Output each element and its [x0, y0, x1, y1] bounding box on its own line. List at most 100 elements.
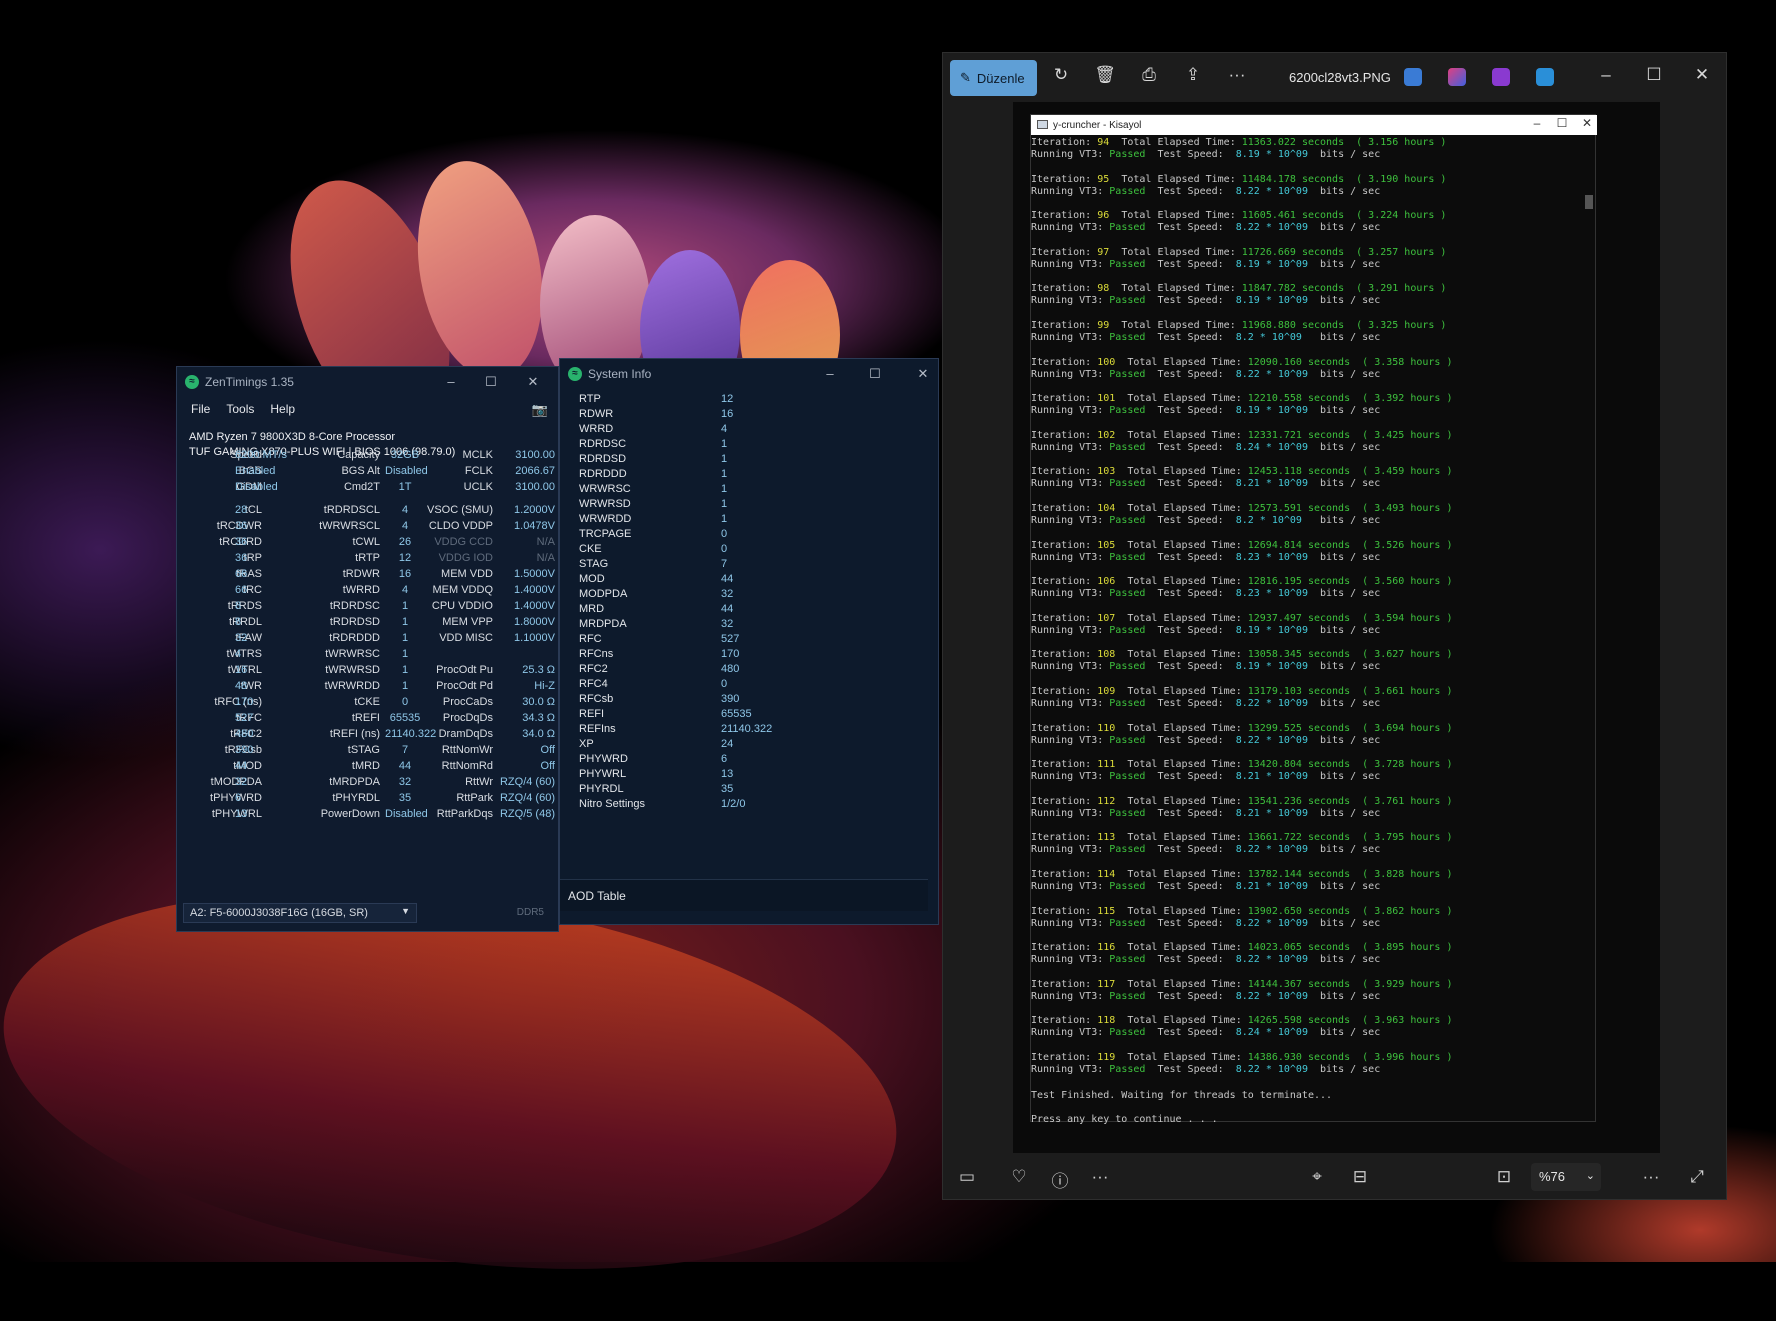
iteration-number: 119 [1097, 1052, 1116, 1063]
timing-value: 1.0478V [514, 520, 555, 532]
close-button[interactable]: ✕ [1690, 65, 1714, 85]
elapsed-hours-value: 3.190 [1368, 173, 1399, 185]
visual-search-icon[interactable]: ⌖ [1305, 1167, 1329, 1187]
timing-label: FCLK [464, 465, 493, 477]
timing-value: 1.8000V [514, 616, 555, 628]
system-info-titlebar[interactable]: ≈ System Info – ☐ ✕ [560, 359, 938, 389]
test-speed: 8.21 * 10^09 [1235, 771, 1308, 783]
timing-label: MEM VPP [442, 616, 493, 628]
app-edit-icon[interactable] [1404, 68, 1422, 86]
close-button[interactable]: ✕ [525, 374, 541, 390]
print-icon[interactable]: ⎙ [1137, 65, 1161, 85]
timing-label: CPU VDDIO [431, 600, 493, 612]
iteration-number: 106 [1097, 576, 1116, 588]
copilot-icon[interactable] [1448, 68, 1466, 86]
edit-button[interactable]: ✎ Düzenle [950, 60, 1037, 96]
system-info-key: WRWRSD [579, 498, 631, 510]
test-speed: 8.21 * 10^09 [1235, 478, 1308, 490]
elapsed-hours-value: 3.862 [1374, 905, 1405, 917]
timing-label: CLDO VDDP [428, 520, 493, 532]
elapsed-hours: seconds ( 3.627 hours ) [1301, 649, 1453, 661]
system-info-key: MOD [579, 573, 605, 585]
dimm-select[interactable]: A2: F5-6000J3038F16G (16GB, SR) ▼ [183, 903, 417, 923]
elapsed-hours-value: 3.895 [1374, 942, 1405, 954]
iteration-number: 108 [1097, 649, 1116, 661]
elapsed-seconds: 11363.022 [1241, 137, 1296, 148]
timing-value: 1 [401, 680, 409, 692]
timing-label: Capacity [337, 449, 380, 461]
iteration-number: 116 [1097, 942, 1116, 954]
test-speed: 8.19 * 10^09 [1235, 624, 1308, 636]
system-info-value: 390 [721, 693, 740, 705]
timing-label: Cmd2T [343, 481, 380, 493]
image-canvas[interactable]: y-cruncher - Kisayol – ☐ ✕ Iteration: 94… [1013, 102, 1660, 1153]
minimize-button[interactable]: – [822, 366, 838, 381]
zoom-select[interactable]: %76 ⌄ [1531, 1163, 1601, 1191]
timing-label: tWRWRDD [324, 680, 380, 692]
test-speed: 8.23 * 10^09 [1235, 588, 1308, 600]
system-info-key: RDWR [579, 408, 614, 420]
timing-value: 0 [401, 696, 409, 708]
system-info-value: 21140.322 [721, 723, 773, 735]
more-icon[interactable]: ··· [1225, 65, 1249, 85]
elapsed-hours: seconds ( 3.963 hours ) [1301, 1015, 1453, 1027]
iteration-line: Iteration: 106 Total Elapsed Time: 12816… [1031, 576, 1453, 588]
elapsed-hours: seconds ( 3.828 hours ) [1301, 869, 1453, 880]
close-button[interactable]: ✕ [915, 366, 931, 382]
menu-help[interactable]: Help [270, 402, 295, 416]
elapsed-hours: seconds ( 3.224 hours ) [1295, 210, 1447, 222]
elapsed-hours: seconds ( 3.459 hours ) [1301, 466, 1453, 478]
iteration-line: Iteration: 102 Total Elapsed Time: 12331… [1031, 429, 1453, 441]
test-speed: 8.19 * 10^09 [1235, 295, 1308, 307]
favorite-heart-icon[interactable]: ♡ [1007, 1167, 1031, 1187]
timing-label: VDD MISC [439, 632, 493, 644]
info-icon[interactable]: ⓘ [1048, 1167, 1072, 1192]
menu-file[interactable]: File [191, 402, 210, 416]
system-info-value: 1/2/0 [721, 798, 746, 810]
passed-status: Passed [1109, 698, 1146, 709]
timing-value: 2066.67 [515, 465, 555, 477]
iteration-number: 110 [1097, 722, 1116, 734]
elapsed-hours-value: 3.526 [1374, 539, 1405, 551]
test-speed: 8.24 * 10^09 [1235, 1027, 1308, 1039]
file-name: 6200cl28vt3.PNG [1289, 70, 1391, 85]
maximize-button[interactable]: ☐ [1642, 65, 1666, 85]
passed-status: Passed [1109, 405, 1146, 417]
maximize-button[interactable]: ☐ [483, 374, 499, 390]
iteration-line: Iteration: 103 Total Elapsed Time: 12453… [1031, 466, 1453, 478]
timing-value: Off [540, 744, 555, 756]
console-app-icon [1037, 120, 1048, 129]
timing-value: Disabled [235, 481, 278, 493]
clipchamp-icon[interactable] [1492, 68, 1510, 86]
minimize-button[interactable]: – [443, 374, 459, 389]
elapsed-hours: seconds ( 3.728 hours ) [1301, 759, 1453, 771]
system-info-key: MRD [579, 603, 605, 615]
iteration-number: 111 [1097, 759, 1116, 771]
filmstrip-icon[interactable]: ▭ [955, 1167, 979, 1187]
maximize-button[interactable]: ☐ [867, 366, 883, 382]
iteration-number: 102 [1097, 429, 1116, 441]
text-scan-icon[interactable]: ⊟ [1348, 1167, 1372, 1187]
timing-label: tMRD [351, 760, 380, 772]
fullscreen-icon[interactable]: ⤢ [1685, 1167, 1709, 1187]
onedrive-icon[interactable] [1536, 68, 1554, 86]
screenshot-camera-icon[interactable]: 📷 [532, 402, 548, 418]
fit-to-window-icon[interactable]: ⊡ [1492, 1167, 1516, 1187]
more-icon[interactable]: ··· [1088, 1167, 1112, 1187]
timing-value: RZQ/4 (60) [499, 792, 555, 804]
console-minimize-icon: – [1533, 116, 1541, 130]
timing-value: 32 [235, 776, 248, 788]
share-icon[interactable]: ⇪ [1181, 65, 1205, 85]
zentimings-titlebar[interactable]: ≈ ZenTimings 1.35 – ☐ ✕ [177, 367, 558, 397]
rotate-icon[interactable]: ↻ [1049, 65, 1073, 85]
delete-icon[interactable]: 🗑 [1093, 65, 1117, 85]
timing-value: 34.3 Ω [522, 712, 555, 724]
test-speed: 8.19 * 10^09 [1235, 405, 1308, 417]
menu-tools[interactable]: Tools [226, 402, 254, 416]
timing-value: 25.3 Ω [522, 664, 555, 676]
more-icon[interactable]: ··· [1639, 1167, 1663, 1187]
minimize-button[interactable]: – [1594, 65, 1618, 85]
test-speed: 8.22 * 10^09 [1235, 698, 1308, 709]
system-info-row: Nitro Settings 1/2/0 [570, 798, 930, 815]
aod-table-section[interactable]: AOD Table [560, 879, 928, 911]
